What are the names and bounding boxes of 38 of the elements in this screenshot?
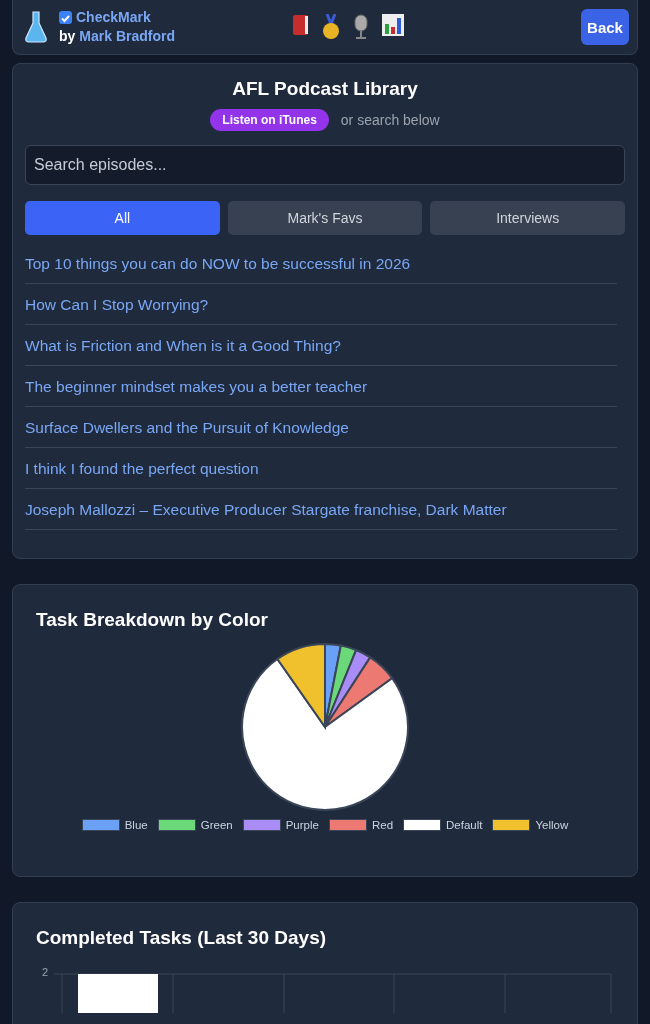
filter-tab[interactable]: Mark's Favs xyxy=(227,201,423,235)
microphone-icon[interactable] xyxy=(352,14,370,40)
episode-link[interactable]: What is Friction and When is it a Good Thing? xyxy=(25,325,617,366)
legend-label[interactable]: Green xyxy=(200,819,233,831)
episode-link[interactable]: Joseph Mallozzi – Executive Producer Stargate franchise, Dark Matter xyxy=(25,489,617,530)
medal-icon[interactable] xyxy=(322,14,340,40)
search-field[interactable]: Search episodes... xyxy=(25,145,625,185)
filter-tab[interactable]: All xyxy=(25,201,220,235)
chart-title: Completed Tasks (Last 30 Days) xyxy=(36,927,328,949)
legend-label[interactable]: Purple xyxy=(285,819,319,831)
legend-swatch[interactable] xyxy=(81,819,120,831)
by-label: by xyxy=(59,27,76,46)
legend-label[interactable]: Yellow xyxy=(535,819,569,831)
legend-swatch[interactable] xyxy=(328,819,367,831)
legend-label[interactable]: Default xyxy=(446,819,483,831)
flask-icon xyxy=(25,10,47,44)
bar-chart-icon[interactable] xyxy=(382,14,404,36)
filter-tab[interactable]: Interviews xyxy=(430,201,625,235)
episode-link[interactable]: The beginner mindset makes you a better teacher xyxy=(25,366,617,407)
legend-swatch[interactable] xyxy=(403,819,442,831)
legend-label[interactable]: Blue xyxy=(124,819,148,831)
legend-label[interactable]: Red xyxy=(371,819,394,831)
legend-swatch[interactable] xyxy=(492,819,531,831)
episode-link[interactable]: Surface Dwellers and the Pursuit of Knowledge xyxy=(25,407,617,448)
chart-title: Task Breakdown by Color xyxy=(36,609,269,631)
legend-swatch[interactable] xyxy=(157,819,196,831)
app-name[interactable]: CheckMark xyxy=(76,8,151,27)
legend-swatch[interactable] xyxy=(242,819,281,831)
back-button[interactable]: Back xyxy=(581,9,629,45)
search-hint: or search below xyxy=(340,112,440,128)
itunes-link[interactable]: Listen on iTunes xyxy=(210,109,329,131)
library-title: AFL Podcast Library xyxy=(231,78,419,100)
book-icon[interactable] xyxy=(292,14,310,36)
episode-link[interactable]: How Can I Stop Worrying? xyxy=(25,284,617,325)
episode-link[interactable]: I think I found the perfect question xyxy=(25,448,617,489)
y-axis-tick: 2 xyxy=(40,966,48,978)
author-link[interactable]: Mark Bradford xyxy=(79,27,176,46)
episode-link[interactable]: Top 10 things you can do NOW to be successful in 2026 xyxy=(25,243,617,284)
